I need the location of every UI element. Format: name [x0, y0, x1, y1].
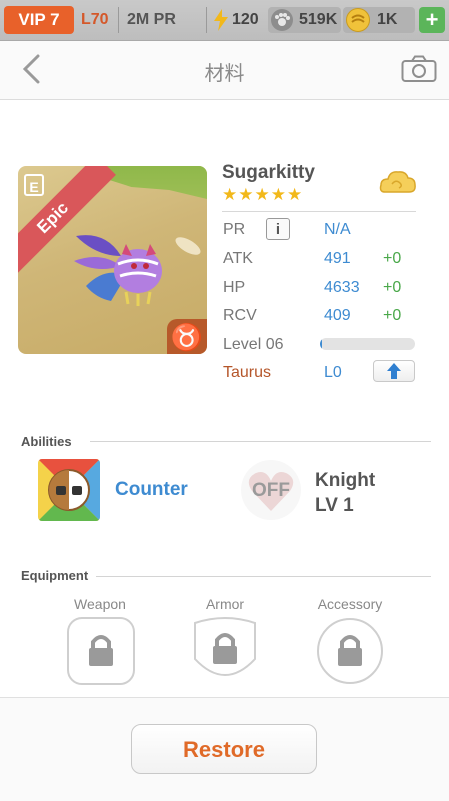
coin-icon: [346, 8, 370, 32]
atk-bonus: +0: [383, 250, 402, 267]
atk-value: 491: [324, 250, 351, 267]
info-icon[interactable]: i: [266, 218, 290, 240]
paw-count: 519K: [299, 11, 338, 28]
weapon-slot[interactable]: [67, 617, 135, 685]
zodiac-upgrade-button[interactable]: [373, 360, 415, 382]
coin-count: 1K: [377, 11, 398, 28]
rcv-value: 409: [324, 307, 351, 324]
accessory-label: Accessory: [317, 596, 383, 612]
rcv-label: RCV: [223, 307, 257, 324]
level-progress-fill: [320, 338, 322, 350]
monster-name: Sugarkitty: [222, 162, 315, 183]
pr-value: N/A: [324, 221, 351, 238]
accessory-slot[interactable]: [316, 617, 384, 685]
energy-count: 120: [232, 11, 259, 28]
equipment-heading: Equipment: [21, 568, 89, 583]
restore-button[interactable]: Restore: [131, 724, 317, 774]
pr-label: PR: [223, 221, 246, 238]
skill-name[interactable]: Counter: [115, 479, 188, 501]
leader-skill-state: OFF: [252, 480, 290, 501]
counter-skill-icon[interactable]: [38, 459, 100, 521]
armor-label: Armor: [205, 596, 245, 612]
divider: [96, 576, 431, 577]
armor-slot[interactable]: [191, 615, 259, 687]
zodiac-label: Taurus: [223, 364, 272, 381]
star-rating: ★★★★★: [222, 185, 304, 204]
level-label: Level 06: [223, 336, 284, 353]
add-currency-button[interactable]: +: [419, 7, 445, 33]
divider: [206, 7, 207, 33]
player-pr: 2M PR: [127, 11, 176, 28]
taurus-icon: ♉: [167, 319, 207, 354]
vip-badge[interactable]: VIP 7: [4, 6, 74, 34]
hp-value: 4633: [324, 279, 360, 296]
abilities-heading: Abilities: [21, 434, 72, 449]
camera-icon: [401, 55, 437, 82]
hp-label: HP: [223, 279, 246, 296]
paw-icon: [271, 9, 293, 31]
hp-bonus: +0: [383, 279, 402, 296]
player-level: L70: [81, 11, 109, 28]
page-title: 材料: [204, 63, 245, 85]
zodiac-level: L0: [324, 364, 342, 381]
divider: [90, 441, 431, 442]
leader-skill-name: Knight: [315, 470, 376, 491]
divider: [118, 7, 119, 33]
document-icon: E: [24, 174, 44, 196]
weapon-label: Weapon: [74, 596, 126, 612]
lightning-icon: [213, 9, 229, 31]
atk-label: ATK: [223, 250, 253, 267]
sugarkitty-monster: [74, 235, 162, 306]
level-progress-bar: [320, 338, 415, 350]
divider: [222, 211, 416, 212]
monster-card[interactable]: Epic E ♉: [18, 166, 207, 354]
arrow-up-icon: [387, 363, 401, 379]
rcv-bonus: +0: [383, 307, 402, 324]
cloud-element-icon: [379, 168, 417, 198]
leader-skill-level: LV 1: [315, 495, 354, 516]
camera-button[interactable]: [401, 55, 437, 83]
